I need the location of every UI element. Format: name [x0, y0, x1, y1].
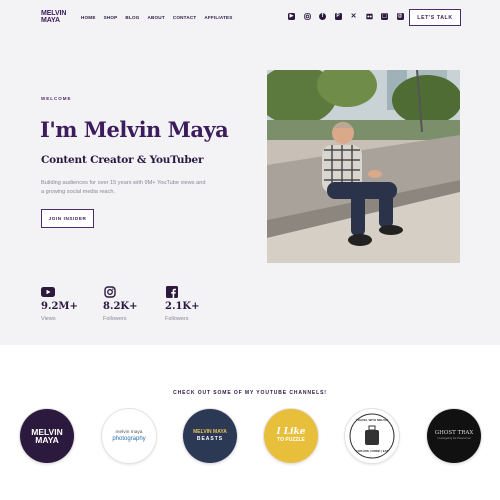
stat-value: 9.2M+	[41, 301, 78, 312]
stat-instagram: 8.2K+ Followers	[103, 285, 138, 322]
pinterest-icon[interactable]: P	[334, 13, 342, 20]
flickr-icon[interactable]	[365, 13, 373, 20]
youtube-icon[interactable]: ▶	[288, 13, 295, 20]
main-nav: HOME SHOP BLOG ABOUT CONTACT AFFILIATES	[81, 15, 233, 20]
stat-label: Followers	[165, 316, 189, 322]
channel-ghost-tracks[interactable]: GHOST TRAX Investigating the Paranormal	[427, 409, 481, 463]
stat-facebook: 2.1K+ Followers	[165, 285, 200, 322]
facebook-icon[interactable]: f	[319, 13, 326, 20]
join-insider-button[interactable]: JOIN INSIDER	[41, 209, 94, 228]
hero-section: MELVIN MAYA HOME SHOP BLOG ABOUT CONTACT…	[0, 0, 500, 345]
stat-value: 2.1K+	[165, 301, 200, 312]
nav-shop[interactable]: SHOP	[104, 15, 118, 20]
channel-travel-with-melvin[interactable]: TRAVEL WITH MELVIN EXPLORE | DRINK | EAT	[345, 409, 399, 463]
instagram-icon[interactable]	[303, 13, 311, 20]
threads-icon[interactable]: @	[396, 13, 404, 20]
nav-contact[interactable]: CONTACT	[173, 15, 197, 20]
page-title: I'm Melvin Maya	[40, 117, 229, 142]
channels-heading: CHECK OUT SOME OF MY YOUTUBE CHANNELS!	[173, 390, 327, 396]
channel-i-like-to-puzzle[interactable]: I Like TO PUZZLE	[264, 409, 318, 463]
welcome-eyebrow: WELCOME	[41, 96, 72, 101]
profile-photo	[267, 70, 460, 263]
nav-affiliates[interactable]: AFFILIATES	[204, 15, 232, 20]
channel-melvin-maya-photography[interactable]: melvin maya photography	[102, 409, 156, 463]
hero-description: Building audiences for over 15 years wit…	[41, 180, 206, 195]
site-logo[interactable]: MELVIN MAYA	[41, 10, 66, 24]
stat-label: Followers	[103, 316, 127, 322]
channel-melvin-maya-beasts[interactable]: MELVIN MAYA BEASTS	[183, 409, 237, 463]
stat-value: 8.2K+	[103, 301, 138, 312]
nav-blog[interactable]: BLOG	[125, 15, 139, 20]
page-subtitle: Content Creator & YouTuber	[41, 154, 204, 166]
facebook-icon	[165, 285, 179, 298]
lets-talk-button[interactable]: LET'S TALK	[409, 9, 461, 26]
stat-label: Views	[41, 316, 56, 322]
nav-about[interactable]: ABOUT	[148, 15, 165, 20]
x-icon[interactable]: ✕	[350, 13, 357, 20]
youtube-icon	[41, 286, 55, 297]
store-icon[interactable]: ⬚	[381, 13, 388, 20]
social-links: ▶ f P ✕ ⬚ @ Be	[288, 13, 419, 20]
instagram-icon	[103, 285, 117, 298]
stat-youtube: 9.2M+ Views	[41, 286, 78, 322]
channel-melvin-maya[interactable]: MELVIN MAYA	[20, 409, 74, 463]
nav-home[interactable]: HOME	[81, 15, 96, 20]
